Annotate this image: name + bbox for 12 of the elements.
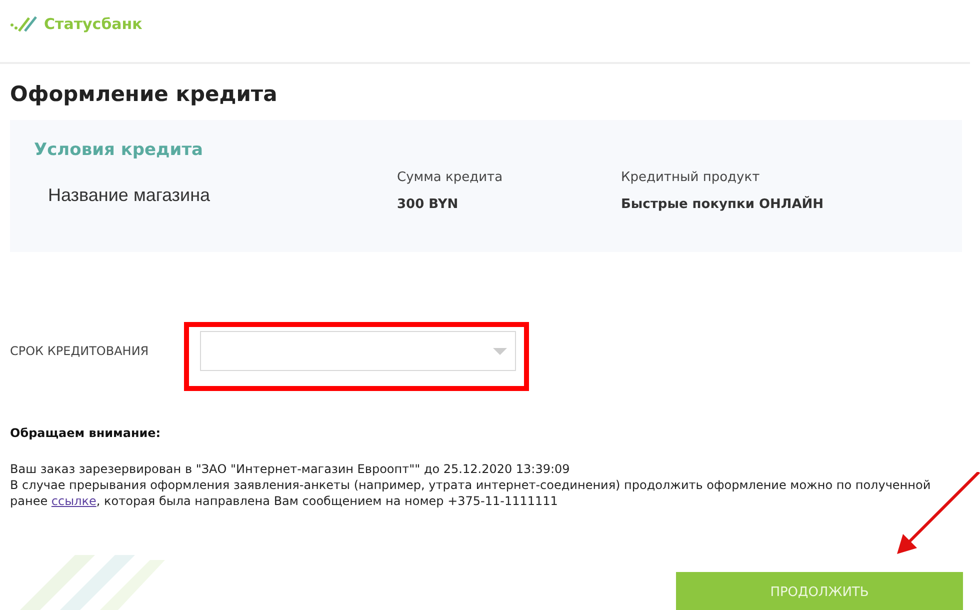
field-label: Сумма кредита xyxy=(397,170,504,185)
term-label: СРОК КРЕДИТОВАНИЯ xyxy=(10,344,150,358)
field-label: Кредитный продукт xyxy=(621,170,761,185)
notice-title: Обращаем внимание: xyxy=(10,426,162,440)
page-title: Оформление кредита xyxy=(10,82,278,106)
notice-text: Ваш заказ зарезервирован в "ЗАО "Интернет-магазин Евроопт"" до 25.12.2020 13:39:09 В случае прерывания оформления заявления-анкеты (например, утрата интернет-соединения) продолжить оформление можно по полученной ранее ссылке, которая была направлена Вам сообщением на номер +375-11-1111111 xyxy=(10,461,932,509)
store-name: Название магазина xyxy=(48,185,212,206)
message-link[interactable]: ссылке xyxy=(51,494,96,508)
field-value: 300 BYN xyxy=(397,197,460,212)
field-value: Быстрые покупки ОНЛАЙН xyxy=(621,197,825,212)
brand-name: Статусбанк xyxy=(44,15,142,33)
card-title: Условия кредита xyxy=(34,140,204,160)
